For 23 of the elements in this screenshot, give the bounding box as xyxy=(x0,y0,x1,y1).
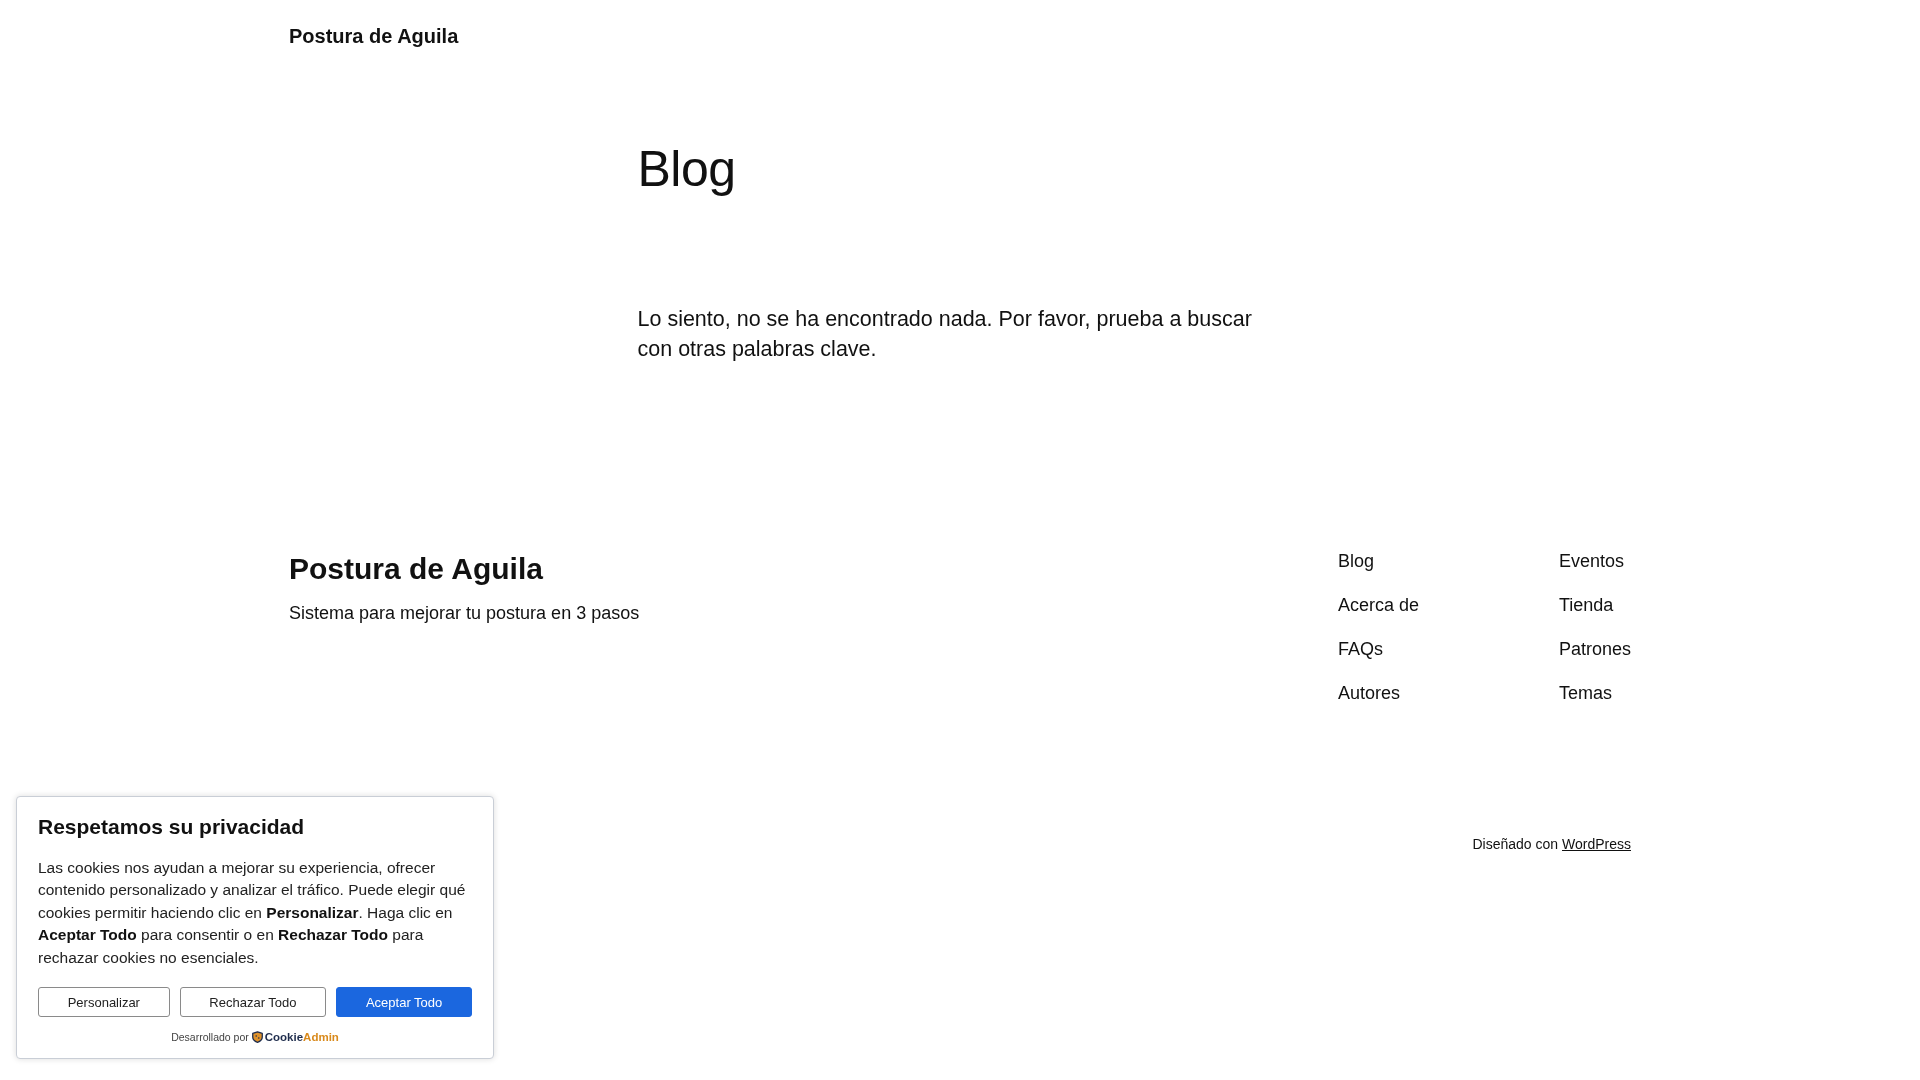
footer-nav-link[interactable]: FAQs xyxy=(1337,639,1383,660)
site-title-link[interactable]: Postura de Aguila xyxy=(289,22,459,50)
cookie-banner-title: Respetamos su privacidad xyxy=(38,813,306,840)
site-tagline: Sistema para mejorar tu postura en 3 pasos xyxy=(289,602,640,625)
no-results-message: Lo siento, no se ha encontrado nada. Por favor, prueba a buscar con otras palabras clave. xyxy=(637,306,1253,363)
footer-nav-link[interactable]: Blog xyxy=(1337,551,1374,572)
footer-nav-link[interactable]: Temas xyxy=(1558,683,1612,704)
footer-nav-link[interactable]: Eventos xyxy=(1558,551,1624,572)
footer-nav-link[interactable]: Acerca de xyxy=(1337,595,1419,616)
powered-by-text: Desarrollado por xyxy=(171,1031,249,1043)
footer-nav-link[interactable]: Autores xyxy=(1337,683,1400,704)
cookie-brand-wordmark[interactable]: CookieAdmin xyxy=(264,1031,339,1043)
footer-site-title-link[interactable]: Postura de Aguila xyxy=(289,551,543,587)
cookie-button[interactable]: Aceptar Todo xyxy=(336,987,472,1017)
cookie-button[interactable]: Rechazar Todo xyxy=(179,987,327,1017)
footer-nav-link[interactable]: Patrones xyxy=(1558,639,1631,660)
page-title: Blog xyxy=(637,140,737,199)
cookie-button[interactable]: Personalizar xyxy=(38,987,170,1017)
shield-icon xyxy=(251,1031,263,1043)
footer-credit: Diseñado con WordPress xyxy=(1472,835,1631,854)
footer-nav-link[interactable]: Tienda xyxy=(1558,595,1614,616)
cookie-banner-message: Las cookies nos ayudan a mejorar su experiencia, ofrecer contenido personalizado y analizar el tráfico. Puede elegir qué cookies permitir haciendo clic en Personalizar. Haga clic en Aceptar Todo para consentir o en Rechazar Todo para rechazar cookies no esenciales. xyxy=(38,857,467,968)
credit-link[interactable]: WordPress xyxy=(1562,836,1631,852)
